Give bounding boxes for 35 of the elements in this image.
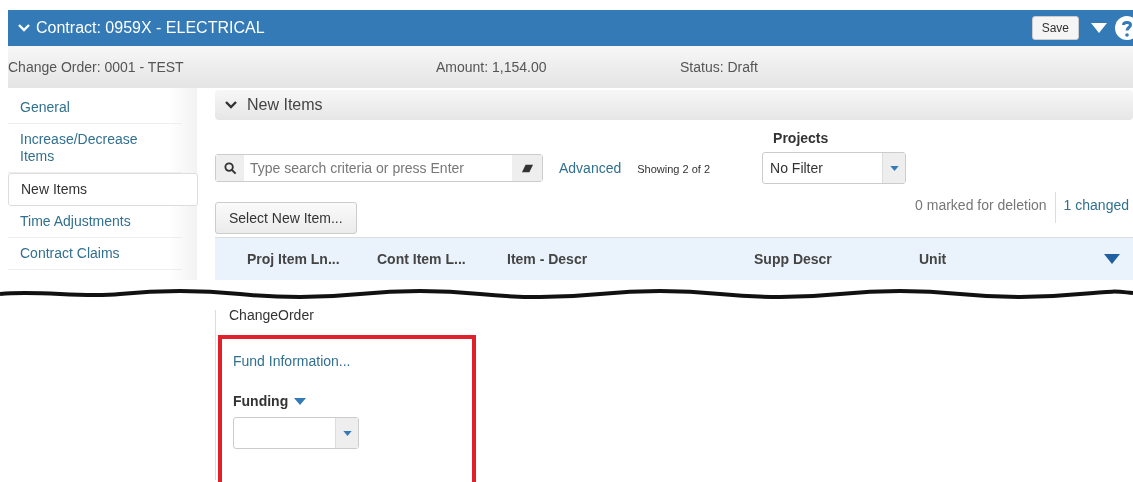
fund-information-link[interactable]: Fund Information... bbox=[233, 353, 351, 369]
sidebar-item[interactable]: Contract Claims bbox=[8, 238, 182, 270]
save-button[interactable]: Save bbox=[1031, 16, 1079, 40]
funding-label: Funding bbox=[233, 393, 289, 409]
advanced-link[interactable]: Advanced bbox=[559, 160, 622, 176]
column-header[interactable]: Item - Descr bbox=[507, 251, 754, 267]
caret-down-icon[interactable] bbox=[1091, 23, 1107, 33]
status-label: Status: Draft bbox=[680, 59, 758, 75]
search-icon bbox=[223, 161, 237, 175]
projects-dropdown[interactable]: No Filter bbox=[762, 152, 907, 184]
change-order-label: Change Order: 0001 - TEST bbox=[8, 59, 185, 75]
sidebar-item[interactable]: General bbox=[8, 92, 182, 124]
column-header[interactable]: Supp Descr bbox=[754, 251, 919, 267]
projects-label: Projects bbox=[773, 130, 830, 146]
column-header[interactable]: Unit bbox=[919, 251, 1103, 267]
caption-text: ChangeOrder bbox=[228, 307, 315, 325]
changed-link[interactable]: 1 changed bbox=[1055, 192, 1133, 223]
result-count: Showing 2 of 2 bbox=[637, 163, 711, 175]
sidebar-item[interactable]: Time Adjustments bbox=[8, 206, 182, 238]
sidebar-item[interactable]: New Items bbox=[8, 173, 198, 206]
column-header[interactable]: Proj Item Ln... bbox=[247, 251, 377, 267]
section-title: New Items bbox=[247, 96, 323, 114]
search-field[interactable]: Type search criteria or press Enter bbox=[215, 154, 543, 182]
amount-label: Amount: 1,154.00 bbox=[436, 59, 548, 75]
contract-title: Contract: 0959X - ELECTRICAL bbox=[36, 19, 265, 37]
section-header[interactable]: New Items bbox=[215, 90, 1133, 120]
select-new-item-button[interactable]: Select New Item... bbox=[215, 202, 357, 234]
caret-down-icon[interactable] bbox=[294, 397, 307, 405]
caret-down-icon bbox=[889, 165, 899, 171]
marked-count: 0 marked for deletion bbox=[915, 192, 1056, 223]
column-header[interactable]: Cont Item L... bbox=[377, 251, 507, 267]
caret-down-icon bbox=[342, 430, 352, 436]
chevron-down-icon[interactable] bbox=[225, 101, 237, 109]
help-icon[interactable] bbox=[1115, 16, 1133, 40]
caret-down-icon[interactable] bbox=[1103, 254, 1121, 264]
